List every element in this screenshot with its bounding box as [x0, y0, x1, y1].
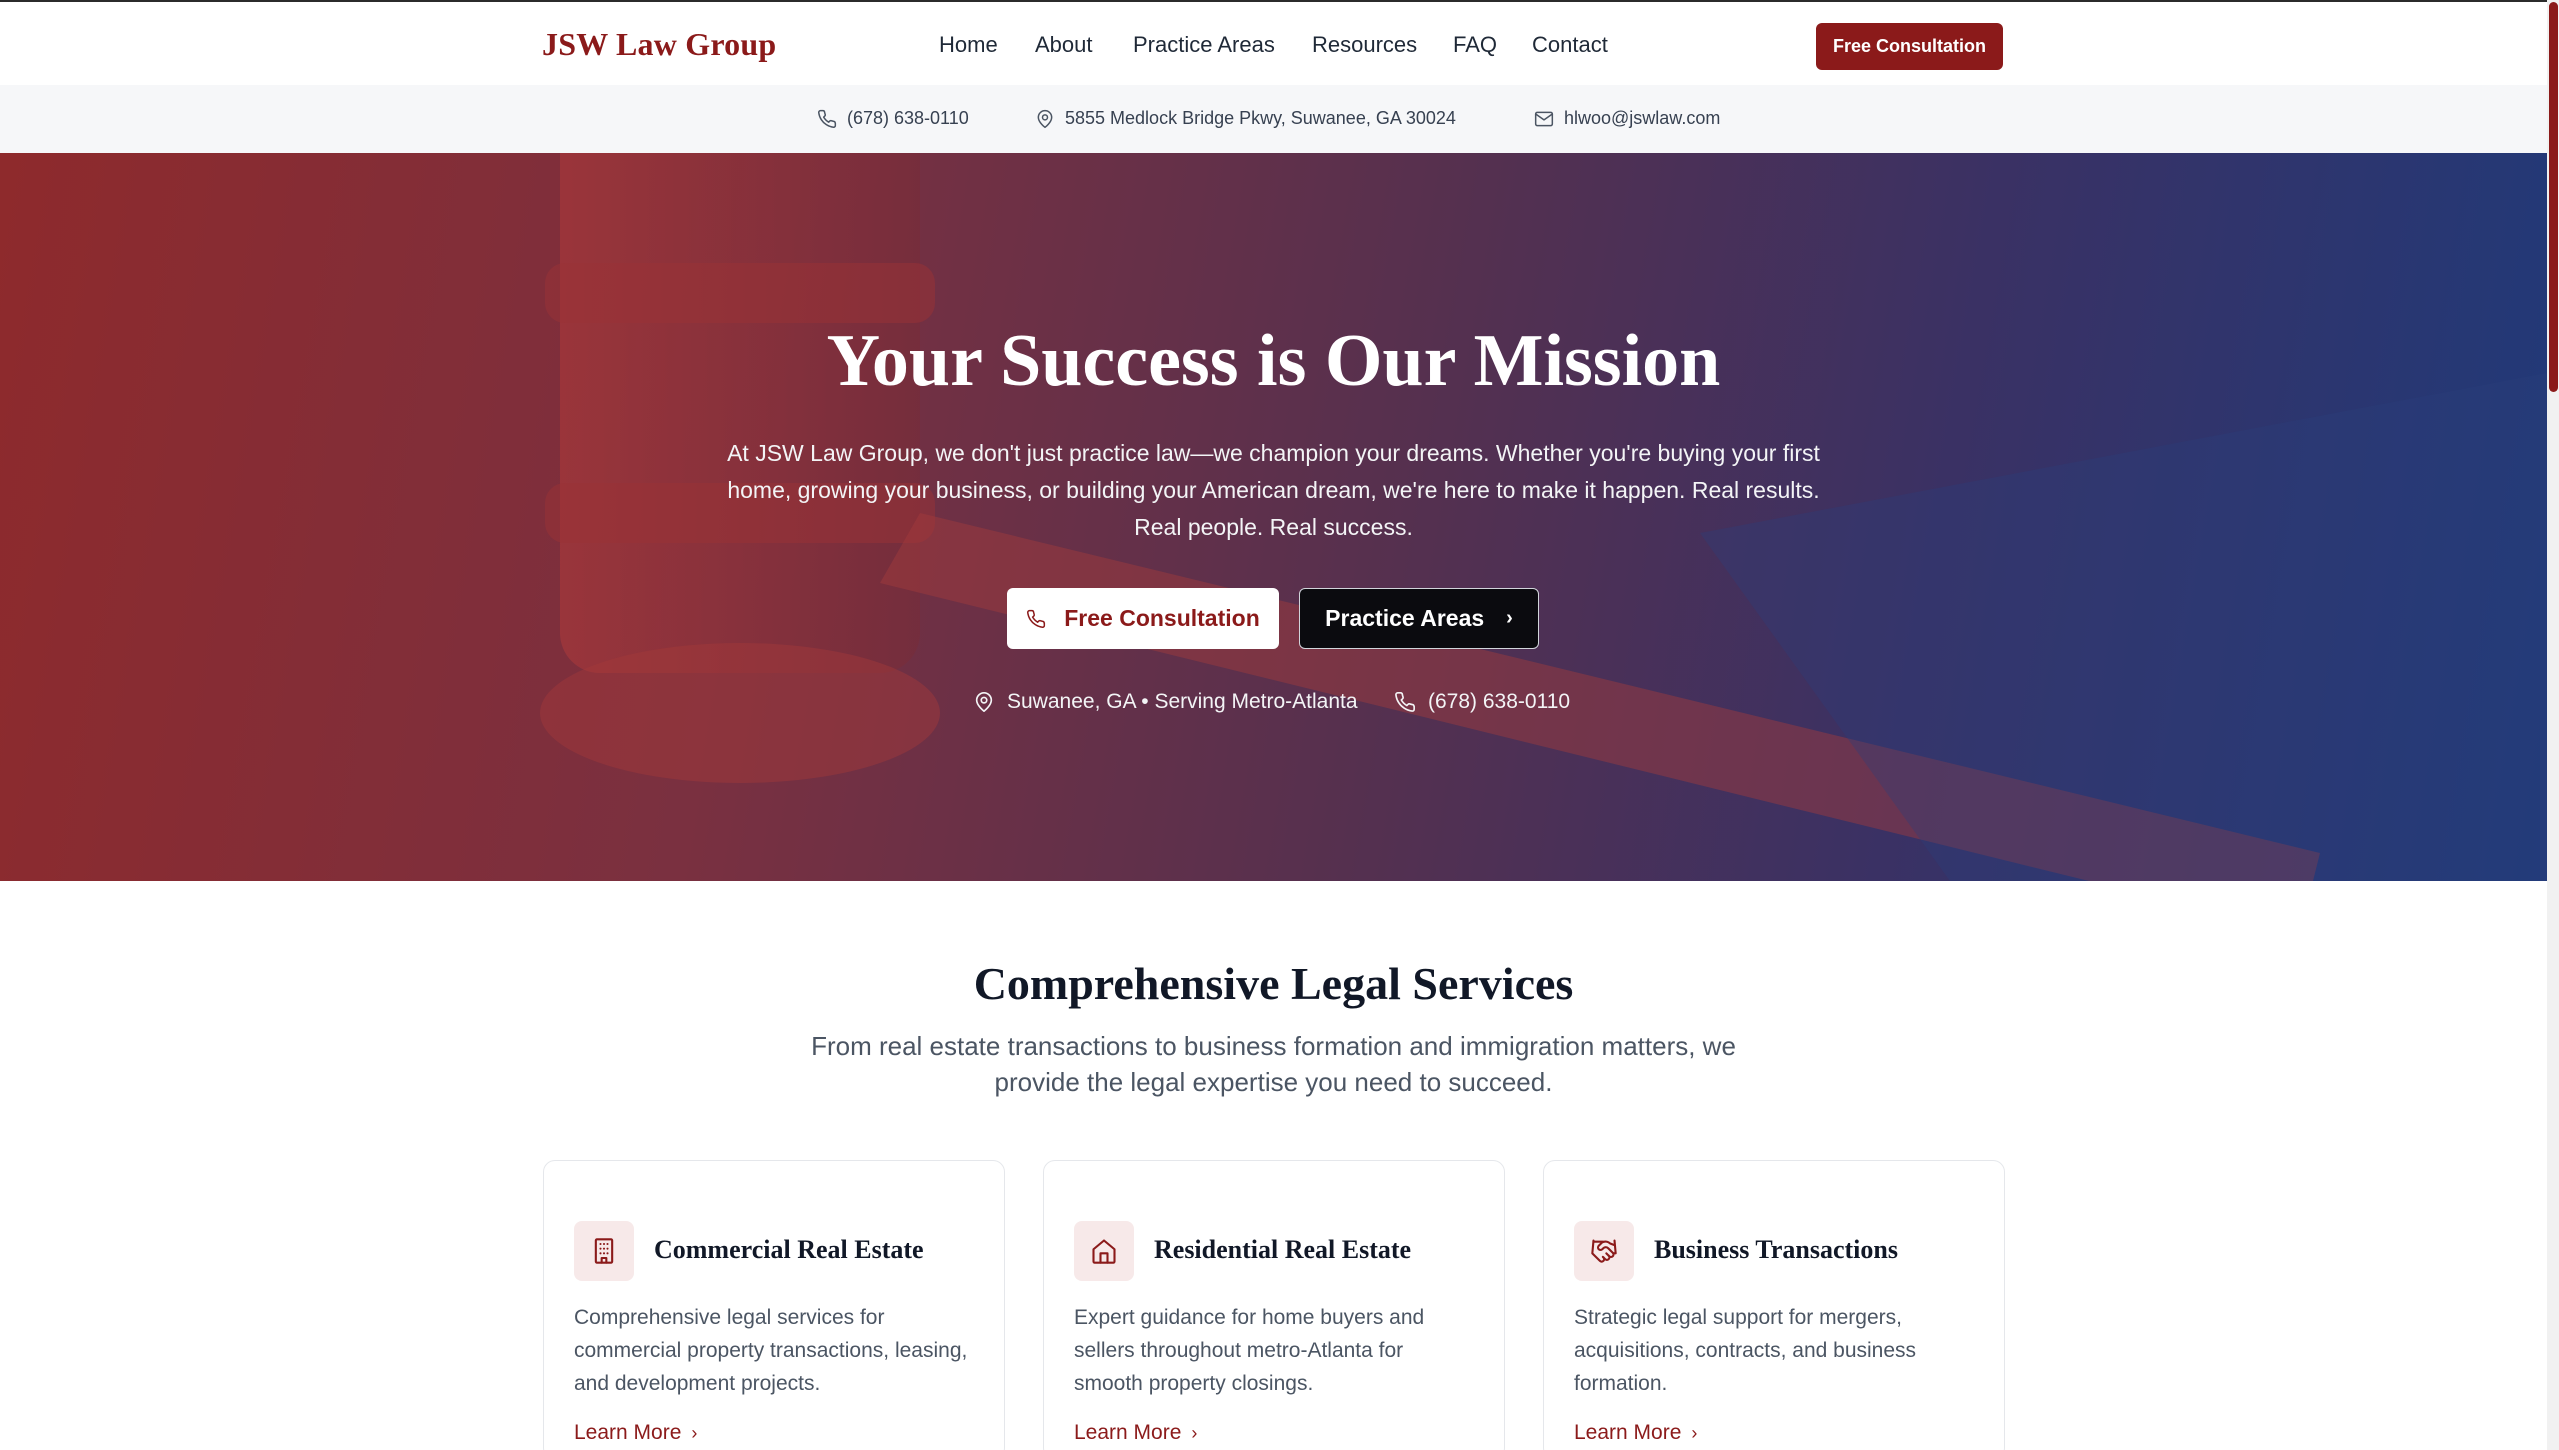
- hero-title: Your Success is Our Mission: [826, 320, 1721, 402]
- nav-item-contact[interactable]: Contact: [1532, 32, 1608, 58]
- nav-item-home[interactable]: Home: [939, 32, 998, 58]
- phone-icon: [1027, 609, 1046, 628]
- card-description: Expert guidance for home buyers and sell…: [1074, 1306, 1425, 1395]
- hero-practice-areas-button[interactable]: Practice Areas ›: [1299, 588, 1539, 649]
- hero-phone-text: (678) 638-0110: [1428, 690, 1571, 713]
- hero-section: Your Success is Our Mission At JSW Law G…: [0, 153, 2547, 881]
- main-menu: Home About Practice Areas Resources FAQ …: [0, 32, 2547, 62]
- hero-free-consultation-button[interactable]: Free Consultation: [1007, 588, 1279, 649]
- hero-phone[interactable]: (678) 638-0110: [1394, 690, 1570, 714]
- service-card-commercial-real-estate[interactable]: Commercial Real Estate Comprehensive leg…: [543, 1160, 1005, 1450]
- top-navigation: JSW Law Group Home About Practice Areas …: [0, 0, 2547, 85]
- info-email[interactable]: hlwoo@jswlaw.com: [1534, 108, 1720, 129]
- info-address: 5855 Medlock Bridge Pkwy, Suwanee, GA 30…: [1035, 108, 1456, 129]
- handshake-icon: [1574, 1221, 1634, 1281]
- learn-more-link[interactable]: Learn More ›: [574, 1421, 697, 1445]
- map-pin-icon: [975, 692, 993, 712]
- mail-icon: [1534, 111, 1554, 126]
- info-email-text: hlwoo@jswlaw.com: [1564, 108, 1721, 128]
- home-icon: [1074, 1221, 1134, 1281]
- contact-info-bar: (678) 638-0110 5855 Medlock Bridge Pkwy,…: [0, 85, 2547, 153]
- info-phone-text: (678) 638-0110: [847, 108, 969, 128]
- phone-icon: [1395, 692, 1415, 712]
- learn-more-link[interactable]: Learn More ›: [1574, 1421, 1697, 1445]
- info-address-text: 5855 Medlock Bridge Pkwy, Suwanee, GA 30…: [1065, 108, 1456, 128]
- info-phone[interactable]: (678) 638-0110: [817, 108, 969, 129]
- learn-more-link[interactable]: Learn More ›: [1074, 1421, 1197, 1445]
- chevron-right-icon: ›: [1191, 1423, 1198, 1443]
- building-icon: [574, 1221, 634, 1281]
- services-title: Comprehensive Legal Services: [973, 958, 1574, 1009]
- hero-subtitle: At JSW Law Group, we don't just practice…: [727, 440, 1820, 540]
- card-title: Business Transactions: [1654, 1235, 1898, 1264]
- map-pin-icon: [1037, 109, 1053, 128]
- nav-item-resources[interactable]: Resources: [1312, 32, 1417, 58]
- card-description: Strategic legal support for mergers, acq…: [1574, 1306, 1917, 1395]
- service-card-residential-real-estate[interactable]: Residential Real Estate Expert guidance …: [1043, 1160, 1505, 1450]
- card-description: Comprehensive legal services for commerc…: [574, 1306, 968, 1395]
- nav-item-about[interactable]: About: [1035, 32, 1093, 58]
- service-card-business-transactions[interactable]: Business Transactions Strategic legal su…: [1543, 1160, 2005, 1450]
- free-consultation-button[interactable]: Free Consultation: [1816, 23, 2003, 70]
- phone-icon: [818, 109, 837, 128]
- card-title: Residential Real Estate: [1154, 1235, 1412, 1264]
- hero-free-consultation-label: Free Consultation: [1064, 605, 1260, 631]
- chevron-right-icon: ›: [1506, 607, 1513, 629]
- hero-location: Suwanee, GA • Serving Metro-Atlanta: [973, 690, 1358, 714]
- nav-item-practice-areas[interactable]: Practice Areas: [1133, 32, 1275, 58]
- hero-practice-areas-label: Practice Areas: [1325, 605, 1485, 631]
- services-subtitle: From real estate transactions to busines…: [811, 1031, 1736, 1097]
- chevron-right-icon: ›: [1691, 1423, 1698, 1443]
- chevron-right-icon: ›: [691, 1423, 698, 1443]
- nav-item-faq[interactable]: FAQ: [1453, 32, 1497, 58]
- card-title: Commercial Real Estate: [654, 1235, 924, 1264]
- scrollbar-thumb[interactable]: [2549, 2, 2558, 392]
- hero-location-text: Suwanee, GA • Serving Metro-Atlanta: [1007, 690, 1358, 713]
